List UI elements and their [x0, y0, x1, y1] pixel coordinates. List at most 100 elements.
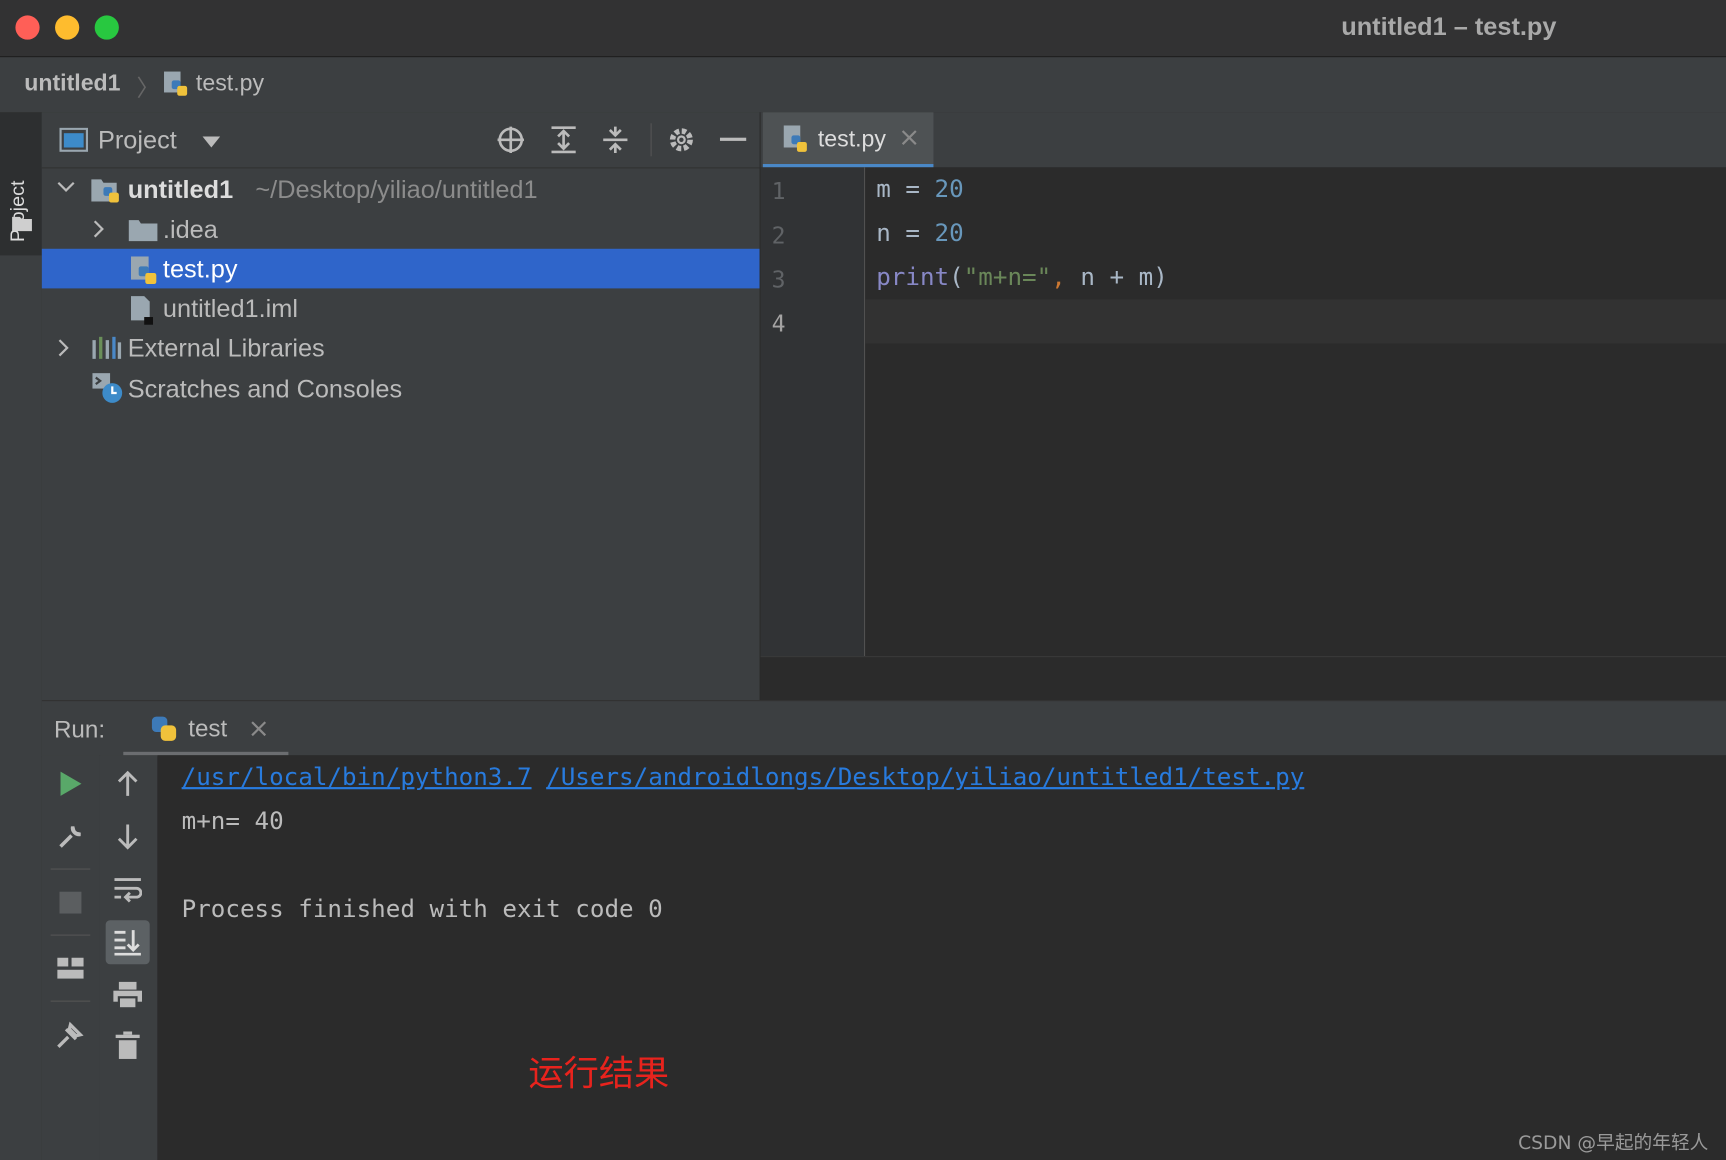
editor-tab-test-py[interactable]: test.py [762, 112, 934, 168]
stop-icon[interactable] [51, 883, 91, 923]
code-editor[interactable]: m = 20 n = 20 print("m+n=", n + m) [865, 167, 1726, 657]
ide-window: untitled1 – test.py untitled1 〉 test.py … [0, 0, 1726, 1160]
console-exit-message: Process finished with exit code 0 [181, 896, 663, 924]
python-project-folder-icon [90, 176, 123, 205]
code-token-op: = [890, 220, 935, 248]
breadcrumb-project[interactable]: untitled1 [24, 70, 120, 96]
script-path-link[interactable]: /Users/androidlongs/Desktop/yiliao/untit… [546, 764, 1304, 792]
print-icon[interactable] [108, 975, 148, 1015]
pin-icon[interactable] [51, 1015, 91, 1055]
close-tab-icon[interactable] [900, 129, 918, 147]
code-token-paren: ( [949, 264, 964, 292]
run-console[interactable]: /usr/local/bin/python3.7 /Users/androidl… [157, 755, 1726, 1160]
code-token-number: 20 [934, 220, 964, 248]
tree-item-label: Scratches and Consoles [127, 374, 403, 403]
code-line-2: n = 20 [876, 220, 964, 248]
folder-icon [11, 215, 33, 233]
minimize-window-button[interactable] [55, 15, 80, 40]
expand-all-icon[interactable] [544, 120, 584, 160]
line-number-current: 4 [771, 310, 786, 337]
tree-root-name: untitled1 [127, 175, 234, 204]
run-tab-label: test [188, 714, 228, 742]
rerun-play-icon[interactable] [51, 764, 91, 804]
code-token-function: print [876, 264, 950, 292]
line-number: 1 [771, 178, 786, 205]
layout-icon[interactable] [51, 949, 91, 989]
toolbar-divider [50, 934, 91, 936]
arrow-up-icon[interactable] [108, 764, 148, 804]
tree-item-label: untitled1.iml [162, 293, 299, 323]
tree-root-path: ~/Desktop/yiliao/untitled1 [255, 175, 538, 204]
tree-item-label: External Libraries [127, 333, 325, 363]
code-token-var: m [876, 176, 891, 204]
interpreter-path-link[interactable]: /usr/local/bin/python3.7 [182, 764, 532, 792]
run-tab-test[interactable]: test [123, 701, 289, 757]
collapse-all-icon[interactable] [596, 120, 636, 160]
soft-wrap-icon[interactable] [108, 870, 148, 910]
close-tab-icon[interactable] [251, 721, 267, 737]
toolbar-divider [50, 868, 91, 870]
close-window-button[interactable] [15, 15, 40, 40]
editor-tab-label: test.py [817, 126, 886, 152]
gear-icon[interactable] [662, 120, 702, 160]
scratches-icon [91, 372, 124, 405]
code-token-args: n + m) [1065, 264, 1168, 292]
toolbar-divider [650, 123, 652, 157]
line-number: 2 [771, 222, 786, 249]
code-token-string: "m+n=" [963, 264, 1052, 292]
python-file-icon [163, 70, 189, 99]
console-command-line: /usr/local/bin/python3.7 /Users/androidl… [182, 764, 1305, 792]
hide-panel-icon[interactable] [713, 120, 753, 160]
code-line-3: print("m+n=", n + m) [876, 264, 1168, 292]
tree-item-scratches[interactable]: Scratches and Consoles [42, 369, 760, 409]
scroll-to-end-icon[interactable] [105, 920, 150, 965]
editor-tab-bar: test.py [760, 112, 1726, 169]
toolbar-divider [50, 1000, 91, 1002]
chevron-down-icon[interactable] [202, 136, 221, 148]
library-icon [91, 336, 122, 360]
tree-item-idea[interactable]: .idea [42, 209, 760, 249]
project-view-icon [59, 127, 89, 152]
watermark: CSDN @早起的年轻人 [1518, 1132, 1709, 1155]
python-file-icon [130, 255, 159, 286]
breadcrumb-file[interactable]: test.py [196, 70, 264, 96]
console-output: m+n= 40 [181, 807, 284, 836]
chevron-down-icon[interactable] [57, 181, 75, 194]
project-panel-header: Project [41, 112, 760, 169]
current-line-highlight [865, 299, 1726, 344]
project-stripe-button[interactable]: Project [0, 112, 42, 256]
window-title: untitled1 – test.py [1341, 12, 1557, 41]
annotation-run-result: 运行结果 [528, 1052, 670, 1095]
chevron-right-icon[interactable] [57, 339, 70, 357]
zoom-window-button[interactable] [94, 15, 119, 40]
tool-window-stripe: Project [0, 112, 43, 1160]
tree-item-label: test.py [162, 254, 238, 283]
run-tool-header: Run: test [41, 700, 1726, 758]
code-line-1: m = 20 [876, 176, 964, 204]
breadcrumb: untitled1 〉 test.py [0, 57, 1726, 114]
project-stripe-label: Project [6, 180, 29, 243]
python-icon [150, 714, 179, 743]
iml-file-icon [130, 295, 156, 326]
code-token-number: 20 [934, 176, 964, 204]
line-number-gutter: 1 2 3 4 [760, 167, 866, 657]
project-view-selector[interactable]: Project [98, 125, 177, 155]
tree-item-label: .idea [162, 214, 218, 244]
tree-item-test-py[interactable]: test.py [41, 248, 760, 289]
python-file-icon [783, 124, 809, 155]
line-number: 3 [771, 266, 786, 293]
folder-icon [128, 218, 159, 242]
project-panel: Project untitled1 ~/Desktop/yiliao/untit… [41, 112, 760, 701]
run-toolbar-primary [41, 755, 101, 1160]
tree-root-row[interactable]: untitled1 ~/Desktop/yiliao/untitled1 [42, 170, 760, 210]
wrench-icon[interactable] [51, 817, 91, 857]
tree-item-external-libraries[interactable]: External Libraries [42, 328, 760, 368]
title-bar: untitled1 – test.py [0, 0, 1726, 58]
tree-item-untitled1-iml[interactable]: untitled1.iml [42, 288, 760, 328]
arrow-down-icon[interactable] [108, 817, 148, 857]
breadcrumb-separator-icon: 〉 [136, 75, 160, 102]
run-label: Run: [53, 715, 106, 744]
chevron-right-icon[interactable] [92, 220, 105, 238]
locate-file-icon[interactable] [491, 120, 531, 160]
trash-icon[interactable] [108, 1026, 148, 1066]
